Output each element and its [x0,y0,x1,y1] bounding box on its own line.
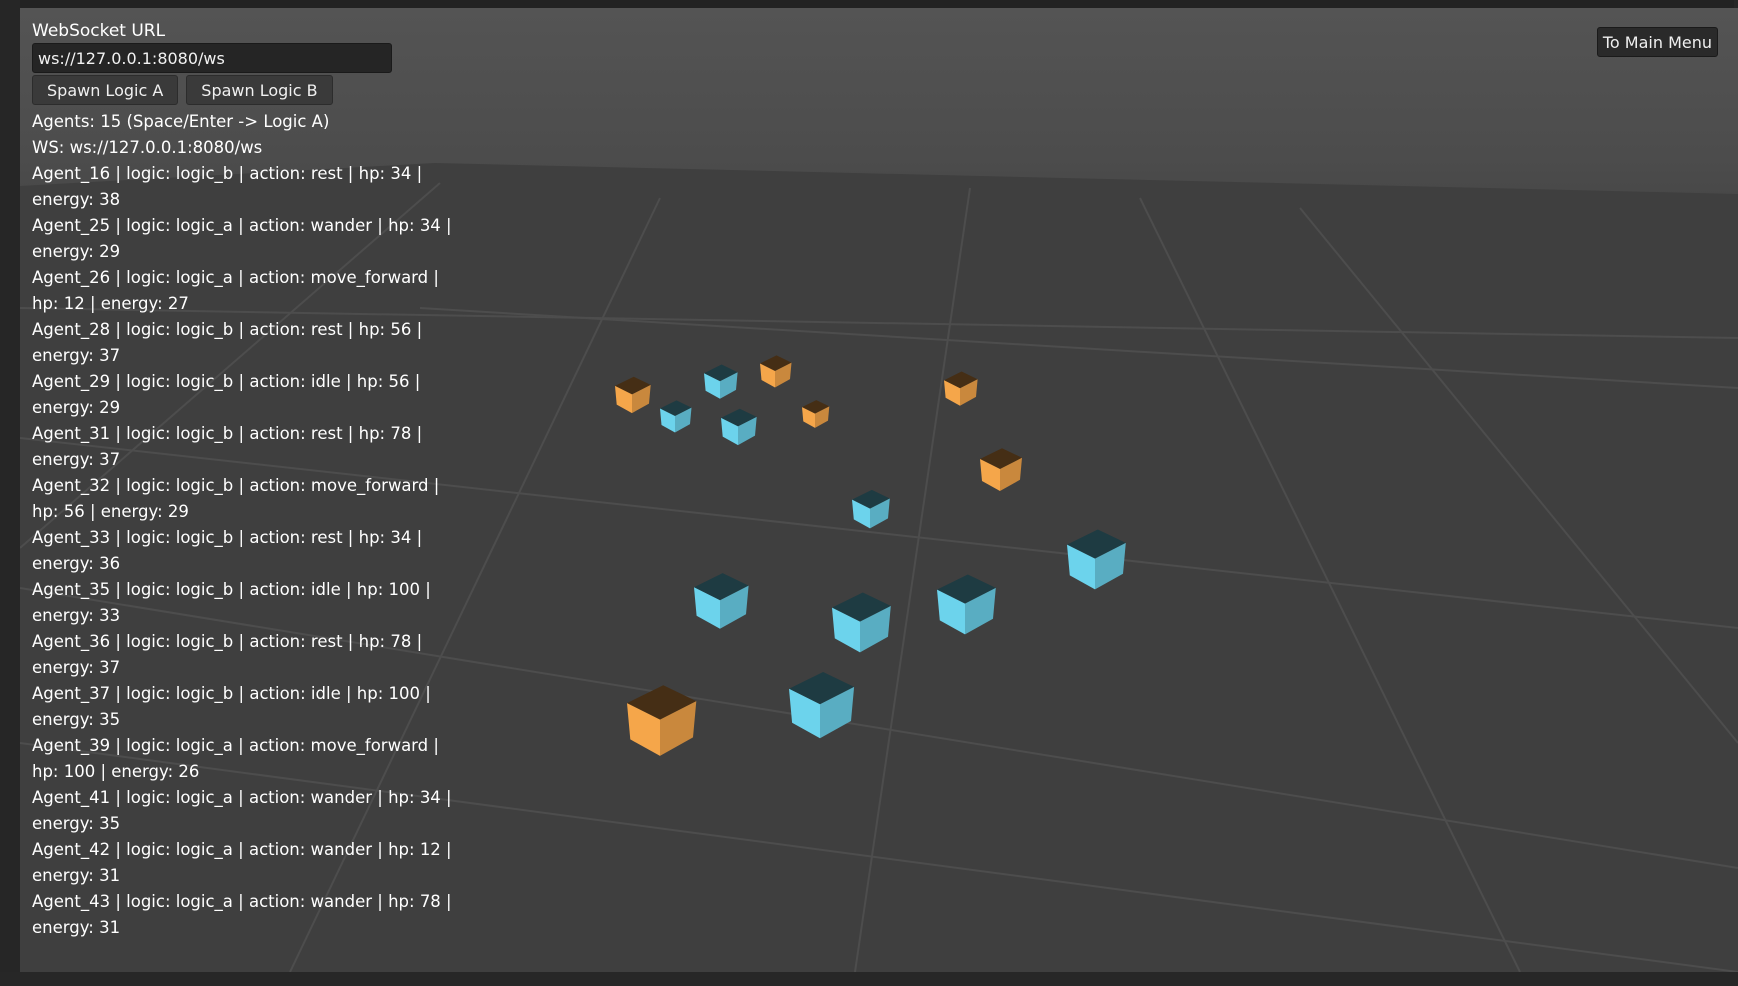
agent-status-line: Agent_37 | logic: logic_b | action: idle… [32,684,431,729]
agent-list: Agent_16 | logic: logic_b | action: rest… [32,161,452,941]
agent-status-line: Agent_43 | logic: logic_a | action: wand… [32,892,452,937]
window-bottom-border [0,972,1738,986]
websocket-url-input[interactable] [32,43,392,73]
status-block: Agents: 15 (Space/Enter -> Logic A) WS: … [32,109,512,161]
agent-status-line: Agent_35 | logic: logic_b | action: idle… [32,580,431,625]
main-menu-button[interactable]: To Main Menu [1596,27,1718,57]
spawn-logic-a-button[interactable]: Spawn Logic A [32,75,179,105]
window-top-border [0,0,1738,8]
agent-status-line: Agent_32 | logic: logic_b | action: move… [32,476,440,521]
spawn-button-row: Spawn Logic A Spawn Logic B [32,75,512,105]
agent-status-line: Agent_39 | logic: logic_a | action: move… [32,736,439,781]
agent-status-line: Agent_29 | logic: logic_b | action: idle… [32,372,421,417]
agent-count-text: Agents: 15 (Space/Enter -> Logic A) [32,112,330,131]
editor-left-panel-edge [0,0,20,986]
websocket-status-text: WS: ws://127.0.0.1:8080/ws [32,138,263,157]
agent-status-line: Agent_31 | logic: logic_b | action: rest… [32,424,423,469]
spawn-logic-b-button[interactable]: Spawn Logic B [186,75,333,105]
hud-panel: WebSocket URL Spawn Logic A Spawn Logic … [32,19,512,941]
agent-status-line: Agent_33 | logic: logic_b | action: rest… [32,528,423,573]
agent-status-line: Agent_42 | logic: logic_a | action: wand… [32,840,452,885]
agent-status-line: Agent_16 | logic: logic_b | action: rest… [32,164,423,209]
websocket-url-label: WebSocket URL [32,21,166,41]
agent-status-line: Agent_41 | logic: logic_a | action: wand… [32,788,452,833]
agent-status-line: Agent_26 | logic: logic_a | action: move… [32,268,439,313]
agent-status-line: Agent_36 | logic: logic_b | action: rest… [32,632,423,677]
agent-status-line: Agent_25 | logic: logic_a | action: wand… [32,216,452,261]
agent-status-line: Agent_28 | logic: logic_b | action: rest… [32,320,423,365]
